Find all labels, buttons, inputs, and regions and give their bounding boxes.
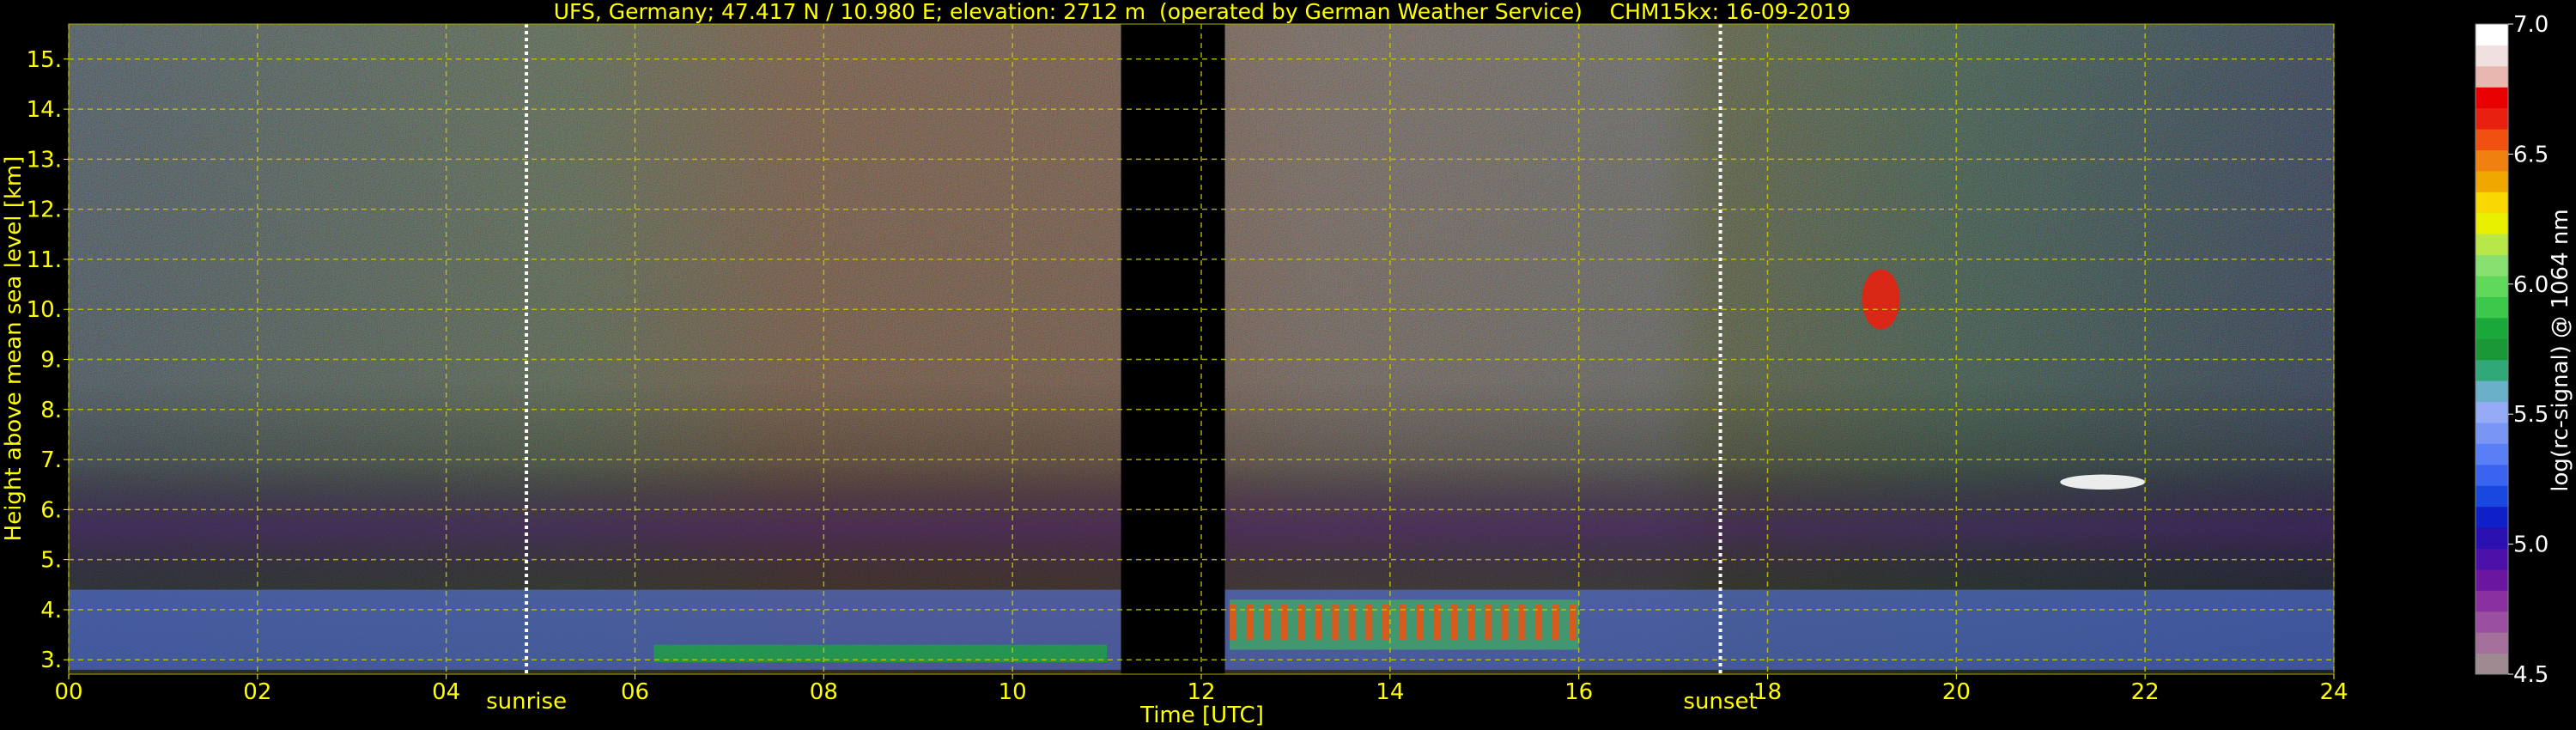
y-tick-label: 11. <box>27 247 62 273</box>
colorbar-swatch <box>2476 569 2508 591</box>
colorbar-swatch <box>2476 443 2508 465</box>
event-label-sunset: sunset <box>1683 689 1757 715</box>
ceilometer-chart: sunrise sunset 00 02 04 06 08 10 12 14 16 18 20 22 24… <box>1 0 2573 728</box>
colorbar-tick-label: 6.0 <box>2513 272 2549 298</box>
y-tick-label: 12. <box>27 198 62 223</box>
colorbar: 4.5 5.0 5.5 6.0 6.5 7.0 <box>2475 12 2549 688</box>
x-tick-label: 02 <box>243 679 271 705</box>
colorbar-swatch <box>2476 107 2508 130</box>
y-tick-label: 6. <box>40 497 62 523</box>
colorbar-swatch <box>2476 485 2508 508</box>
colorbar-swatch <box>2476 192 2508 214</box>
colorbar-swatch <box>2476 422 2508 444</box>
y-tick-label: 13. <box>27 147 62 173</box>
y-tick-label: 8. <box>40 398 62 423</box>
colorbar-swatch <box>2476 45 2508 67</box>
x-tick-label: 18 <box>1753 679 1782 705</box>
colorbar-swatch <box>2476 296 2508 319</box>
colorbar-swatch <box>2476 276 2508 297</box>
x-tick-label: 20 <box>1942 679 1971 705</box>
y-tick-label: 9. <box>40 348 62 374</box>
colorbar-swatch <box>2476 317 2508 339</box>
y-tick-label: 3. <box>40 648 62 673</box>
event-label-sunrise: sunrise <box>486 689 567 715</box>
y-tick-label: 10. <box>27 297 62 323</box>
colorbar-swatch <box>2476 234 2508 256</box>
y-axis-label: Height above mean sea level [km] <box>1 156 27 542</box>
colorbar-swatch <box>2476 653 2508 675</box>
y-tick-label: 5. <box>40 548 62 574</box>
x-tick-label: 04 <box>432 679 460 705</box>
x-axis-label: Time [UTC] <box>1139 703 1264 728</box>
colorbar-swatch <box>2476 401 2508 423</box>
colorbar-swatch <box>2476 380 2508 403</box>
x-tick-label: 16 <box>1564 679 1593 705</box>
colorbar-swatch <box>2476 611 2508 633</box>
colorbar-tick-label: 6.5 <box>2513 142 2549 167</box>
y-tick-label: 7. <box>40 447 62 473</box>
colorbar-swatch <box>2476 338 2508 361</box>
colorbar-swatch <box>2476 359 2508 381</box>
y-tick-label: 15. <box>27 47 62 73</box>
data-gap <box>1121 24 1225 674</box>
colorbar-swatch <box>2476 590 2508 612</box>
x-tick-label: 22 <box>2131 679 2160 705</box>
colorbar-swatch <box>2476 212 2508 234</box>
colorbar-swatch <box>2476 65 2508 88</box>
colorbar-swatch <box>2476 24 2508 46</box>
colorbar-swatch <box>2476 87 2508 109</box>
colorbar-tick-label: 7.0 <box>2513 12 2549 38</box>
x-axis: 00 02 04 06 08 10 12 14 16 18 20 22 24 <box>54 674 2348 705</box>
colorbar-tick-label: 5.0 <box>2513 532 2549 558</box>
colorbar-swatch <box>2476 527 2508 549</box>
colorbar-swatch <box>2476 170 2508 192</box>
colorbar-swatch <box>2476 506 2508 528</box>
colorbar-swatch <box>2476 129 2508 151</box>
x-tick-label: 10 <box>999 679 1027 705</box>
x-tick-label: 24 <box>2319 679 2348 705</box>
colorbar-swatch <box>2476 254 2508 277</box>
y-tick-label: 14. <box>27 97 62 123</box>
y-tick-label: 4. <box>40 598 62 624</box>
x-tick-label: 12 <box>1187 679 1215 705</box>
colorbar-swatch <box>2476 464 2508 486</box>
colorbar-tick-label: 4.5 <box>2513 662 2549 688</box>
x-tick-label: 00 <box>54 679 82 705</box>
colorbar-label: log(rc-signal) @ 1064 nm <box>2548 209 2573 491</box>
colorbar-swatch <box>2476 632 2508 654</box>
feature-cirrus <box>1862 269 1900 330</box>
colorbar-swatch <box>2476 548 2508 570</box>
x-tick-label: 14 <box>1376 679 1404 705</box>
chart-title: UFS, Germany; 47.417 N / 10.980 E; eleva… <box>554 0 1850 24</box>
feature-mid-cloud <box>2060 474 2146 490</box>
colorbar-swatch <box>2476 149 2508 172</box>
x-tick-label: 06 <box>621 679 649 705</box>
y-axis: 3. 4. 5. 6. 7. 8. 9. 10. 11. 12. 13. 14. 15. <box>27 47 69 673</box>
colorbar-tick-label: 5.5 <box>2513 402 2549 428</box>
x-tick-label: 08 <box>810 679 838 705</box>
